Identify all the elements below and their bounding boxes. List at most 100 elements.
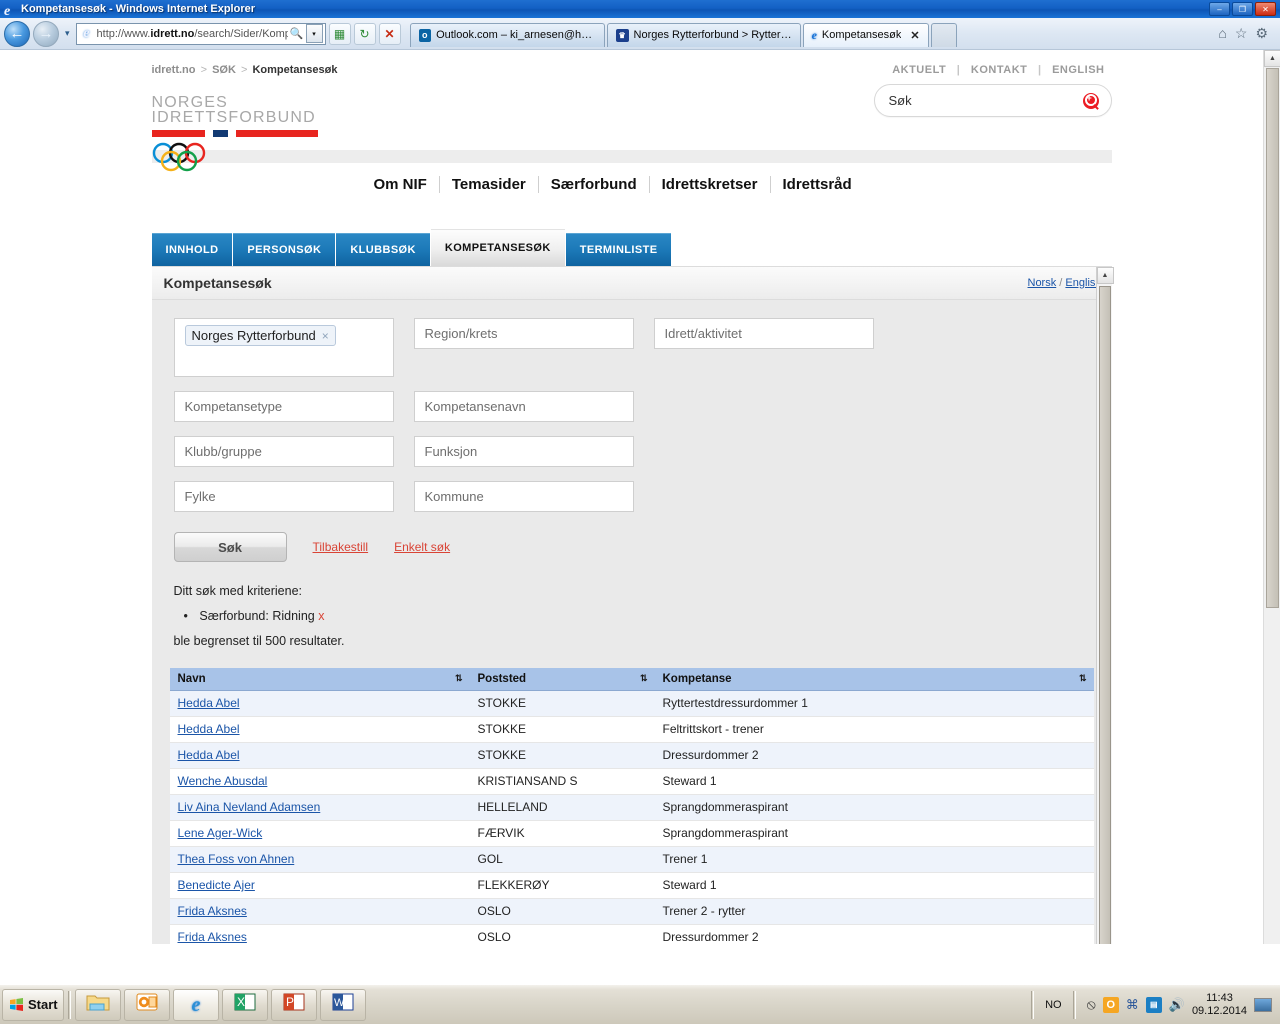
new-tab-button[interactable] <box>930 22 957 47</box>
tab-norges-rytterforbund[interactable]: ♛ Norges Rytterforbund > Rytter… <box>606 22 801 47</box>
person-link[interactable]: Liv Aina Nevland Adamsen <box>178 800 321 814</box>
scroll-up-button[interactable]: ▲ <box>1264 50 1280 67</box>
idrett-aktivitet-field[interactable]: Idrett/aktivitet <box>653 318 874 349</box>
close-button[interactable]: ✕ <box>1255 2 1276 16</box>
taskbar-excel[interactable]: X <box>222 988 268 1021</box>
tab-personsok[interactable]: PERSONSØK <box>233 233 336 266</box>
person-link[interactable]: Thea Foss von Ahnen <box>178 852 295 866</box>
browser-toolbar: ← → ▾ e http://www.idrett.no/search/Side… <box>0 18 1280 50</box>
breadcrumb-section[interactable]: SØK <box>212 64 236 76</box>
favorites-icon[interactable]: ☆ <box>1235 25 1248 42</box>
person-link[interactable]: Lene Ager-Wick <box>178 826 263 840</box>
taskbar-word[interactable]: W <box>320 988 366 1021</box>
show-desktop-button[interactable] <box>1254 997 1272 1012</box>
tab-innhold[interactable]: INNHOLD <box>151 233 233 266</box>
person-link[interactable]: Hedda Abel <box>178 748 240 762</box>
criteria-remove-icon[interactable]: x <box>318 609 324 623</box>
kommune-field[interactable]: Kommune <box>413 481 634 512</box>
nav-idrettskretser[interactable]: Idrettskretser <box>650 176 770 193</box>
taskbar-outlook[interactable] <box>124 988 170 1021</box>
sort-icon[interactable]: ⇅ <box>1079 673 1086 684</box>
klubb-gruppe-field[interactable]: Klubb/gruppe <box>173 436 394 467</box>
maximize-button[interactable]: ❐ <box>1232 2 1253 16</box>
nav-om-nif[interactable]: Om NIF <box>362 176 439 193</box>
docs-icon[interactable]: ▤ <box>1145 996 1162 1013</box>
sort-icon[interactable]: ⇅ <box>640 673 647 684</box>
panel-scroll-up-button[interactable]: ▲ <box>1096 267 1114 284</box>
flag-bar-decoration <box>151 130 318 137</box>
taskbar-separator <box>68 990 71 1019</box>
nav-temasider[interactable]: Temasider <box>440 176 538 193</box>
history-dropdown-icon[interactable]: ▾ <box>62 28 73 39</box>
browser-window: e Kompetansesøk - Windows Internet Explo… <box>0 0 1280 984</box>
column-header-navn[interactable]: Navn ⇅ <box>169 668 470 691</box>
search-icon[interactable]: + <box>1082 92 1099 109</box>
minimize-button[interactable]: – <box>1209 2 1230 16</box>
person-link[interactable]: Hedda Abel <box>178 696 240 710</box>
tab-close-icon[interactable]: ✕ <box>906 29 919 42</box>
language-indicator[interactable]: NO <box>1045 999 1062 1011</box>
clock-date: 09.12.2014 <box>1191 1004 1247 1017</box>
column-header-poststed[interactable]: Poststed ⇅ <box>469 668 655 691</box>
region-krets-field[interactable]: Region/krets <box>413 318 634 349</box>
panel-scroll-thumb[interactable] <box>1098 286 1111 944</box>
panel-scrollbar[interactable]: ▲ <box>1095 267 1114 944</box>
chip-remove-icon[interactable]: × <box>322 329 329 343</box>
person-link[interactable]: Benedicte Ajer <box>178 878 255 892</box>
forward-button[interactable]: → <box>33 20 59 47</box>
bluetooth-icon[interactable]: ⦸ <box>1087 996 1096 1013</box>
home-icon[interactable]: ⌂ <box>1218 25 1226 42</box>
person-link[interactable]: Frida Aksnes <box>178 904 247 918</box>
saerforbund-field[interactable]: Norges Rytterforbund × <box>173 318 394 377</box>
volume-icon[interactable]: 🔊 <box>1169 997 1185 1013</box>
address-dropdown-icon[interactable]: ▾ <box>305 24 323 43</box>
tab-terminliste[interactable]: TERMINLISTE <box>565 233 672 266</box>
fylke-field[interactable]: Fylke <box>173 481 394 512</box>
kompetansenavn-field[interactable]: Kompetansenavn <box>413 391 634 422</box>
kompetansetype-field[interactable]: Kompetansetype <box>173 391 394 422</box>
address-bar[interactable]: e http://www.idrett.no/search/Sider/Komp… <box>75 22 326 45</box>
clock[interactable]: 11:43 09.12.2014 <box>1192 992 1247 1018</box>
taskbar-explorer[interactable] <box>75 988 121 1021</box>
opera-icon[interactable]: O <box>1102 996 1119 1013</box>
breadcrumb-root[interactable]: idrett.no <box>152 64 196 76</box>
site-search-input[interactable] <box>886 92 1083 109</box>
refresh-icon[interactable]: ↻ <box>353 22 376 45</box>
person-link[interactable]: Frida Aksnes <box>178 930 247 944</box>
person-link[interactable]: Hedda Abel <box>178 722 240 736</box>
tools-icon[interactable]: ⚙ <box>1255 25 1268 42</box>
nav-idrettsrad[interactable]: Idrettsråd <box>771 176 864 193</box>
address-search-icon[interactable]: 🔍 <box>288 27 306 40</box>
site-logo[interactable]: NORGES IDRETTSFORBUND <box>151 95 318 172</box>
scroll-thumb[interactable] <box>1266 68 1279 608</box>
start-button[interactable]: Start <box>2 988 64 1021</box>
cell-kompetanse: Steward 1 <box>654 872 1094 899</box>
site-search-box[interactable]: + <box>873 84 1112 117</box>
utility-link-kontakt[interactable]: KONTAKT <box>964 64 1034 76</box>
taskbar-internet-explorer[interactable]: e <box>173 988 219 1021</box>
tab-outlook[interactable]: o Outlook.com – ki_arnesen@hot… <box>409 22 605 47</box>
tab-klubbsok[interactable]: KLUBBSØK <box>336 233 430 266</box>
page-scrollbar[interactable]: ▲ <box>1263 50 1280 944</box>
utility-link-english[interactable]: ENGLISH <box>1045 64 1111 76</box>
nav-saerforbund[interactable]: Særforbund <box>539 176 649 193</box>
taskbar-powerpoint[interactable]: P <box>271 988 317 1021</box>
compatibility-view-icon[interactable]: ▦ <box>328 22 351 45</box>
kompetansesok-panel: Kompetansesøk Norsk / English Norges Ryt… <box>151 267 1114 944</box>
sort-icon[interactable]: ⇅ <box>455 673 462 684</box>
criteria-intro: Ditt søk med kriteriene: <box>173 584 303 598</box>
tab-kompetansesok[interactable]: e Kompetansesøk ✕ <box>802 22 929 47</box>
reset-link[interactable]: Tilbakestill <box>313 540 369 554</box>
simple-search-link[interactable]: Enkelt søk <box>394 540 450 554</box>
person-link[interactable]: Wenche Abusdal <box>178 774 268 788</box>
funksjon-field[interactable]: Funksjon <box>413 436 634 467</box>
utility-link-aktuelt[interactable]: AKTUELT <box>885 64 953 76</box>
stop-icon[interactable]: ✕ <box>378 22 401 45</box>
form-row-3: Klubb/gruppe Funksjon <box>173 436 1112 467</box>
lang-norsk-link[interactable]: Norsk <box>1028 277 1057 289</box>
back-button[interactable]: ← <box>4 20 30 47</box>
column-header-kompetanse[interactable]: Kompetanse ⇅ <box>654 668 1094 691</box>
network-icon[interactable]: ⌘ <box>1126 997 1139 1013</box>
search-submit-button[interactable]: Søk <box>173 532 287 562</box>
tab-kompetansesok[interactable]: KOMPETANSESØK <box>430 229 565 266</box>
